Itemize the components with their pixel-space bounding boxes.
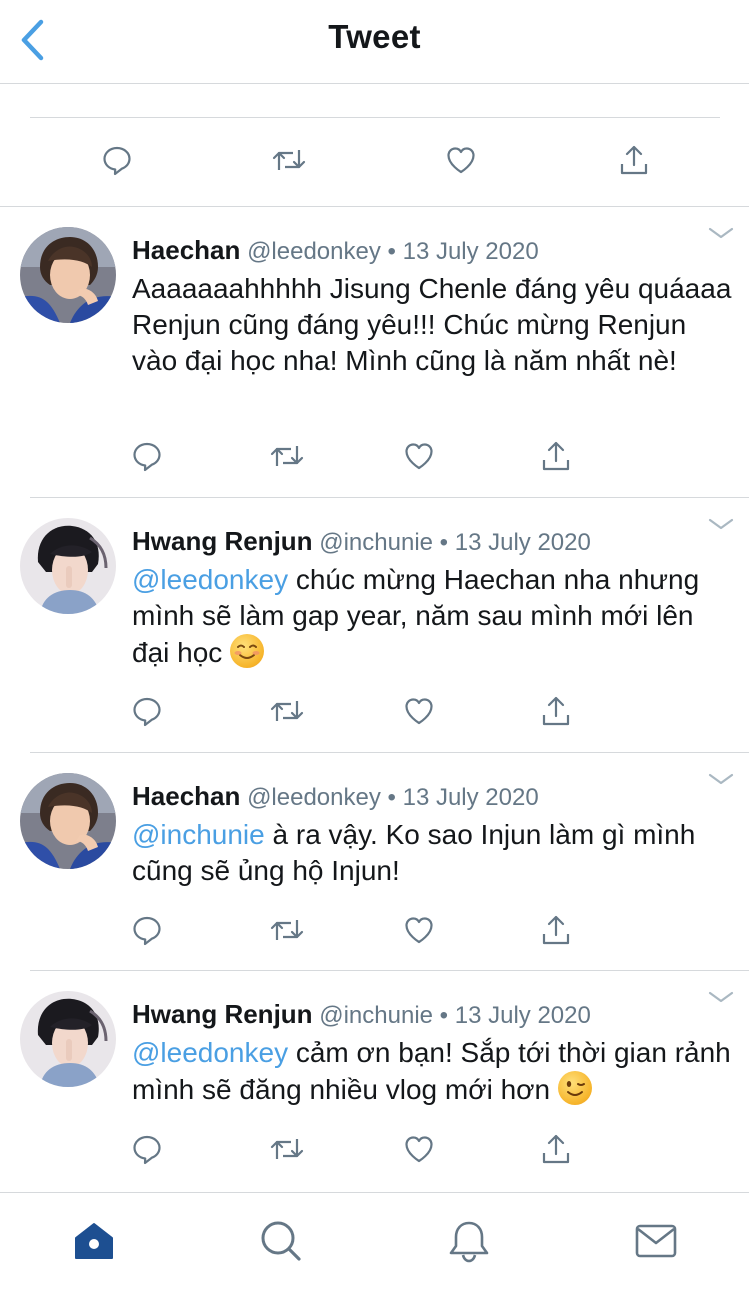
heart-icon — [445, 144, 477, 176]
tweet-date: 13 July 2020 — [402, 784, 539, 811]
retweet-button[interactable] — [269, 140, 309, 180]
reply-icon — [101, 144, 133, 176]
separator-dot: • — [387, 238, 396, 265]
heart-icon — [403, 695, 435, 727]
reply-tweet[interactable]: Haechan @leedonkey • 13 July 2020 Aaaaaa… — [0, 207, 749, 497]
retweet-button[interactable] — [269, 912, 305, 948]
reply-icon — [131, 914, 163, 946]
mention-link[interactable]: @leedonkey — [132, 1037, 288, 1068]
tweet-body: Aaaaaaahhhhh Jisung Chenle đáng yêu quáa… — [132, 273, 732, 376]
retweet-icon — [269, 914, 305, 946]
reply-button[interactable] — [129, 1131, 165, 1167]
mention-link[interactable]: @leedonkey — [132, 564, 288, 595]
mention-link[interactable]: @inchunie — [132, 819, 265, 850]
heart-icon — [403, 914, 435, 946]
more-options-icon[interactable] — [707, 987, 735, 1007]
reply-button[interactable] — [97, 140, 137, 180]
avatar[interactable] — [20, 227, 116, 323]
reply-icon — [131, 1133, 163, 1165]
tab-messages[interactable] — [634, 1219, 678, 1263]
like-button[interactable] — [401, 693, 437, 729]
like-button[interactable] — [441, 140, 481, 180]
tab-search[interactable] — [259, 1219, 303, 1263]
tweet-date: 13 July 2020 — [454, 1002, 591, 1029]
retweet-icon — [269, 1133, 305, 1165]
share-button[interactable] — [538, 438, 574, 474]
retweet-icon — [271, 144, 307, 176]
like-button[interactable] — [401, 912, 437, 948]
tweet-text: Aaaaaaahhhhh Jisung Chenle đáng yêu quáa… — [132, 271, 732, 379]
retweet-icon — [269, 695, 305, 727]
share-button[interactable] — [538, 693, 574, 729]
retweet-button[interactable] — [269, 438, 305, 474]
tweet-date: 13 July 2020 — [402, 238, 539, 265]
author-name[interactable]: Hwang Renjun — [132, 999, 313, 1029]
heart-icon — [403, 440, 435, 472]
tab-home[interactable] — [72, 1219, 116, 1263]
main-tweet-actions — [0, 118, 749, 207]
tweet-text: @leedonkey chúc mừng Haechan nha nhưng m… — [132, 562, 732, 671]
separator-dot: • — [439, 529, 449, 556]
avatar[interactable] — [20, 991, 116, 1087]
reply-button[interactable] — [129, 693, 165, 729]
share-icon — [540, 440, 572, 472]
author-handle[interactable]: @leedonkey — [247, 784, 381, 811]
tweet-text: @leedonkey cảm ơn bạn! Sắp tới thời gian… — [132, 1035, 732, 1108]
author-handle[interactable]: @inchunie — [319, 1002, 433, 1029]
share-button[interactable] — [538, 1131, 574, 1167]
avatar-image — [20, 991, 116, 1087]
author-name[interactable]: Haechan — [132, 781, 240, 811]
winking-face-emoji — [557, 1071, 592, 1105]
avatar-image — [20, 773, 116, 869]
reply-icon — [131, 695, 163, 727]
retweet-button[interactable] — [269, 1131, 305, 1167]
share-icon — [540, 914, 572, 946]
author-handle[interactable]: @leedonkey — [247, 238, 381, 265]
search-icon — [261, 1221, 301, 1261]
separator-dot: • — [387, 784, 396, 811]
author-name[interactable]: Haechan — [132, 235, 240, 265]
more-options-icon[interactable] — [707, 769, 735, 789]
reply-tweet[interactable]: Hwang Renjun @inchunie • 13 July 2020 @l… — [0, 498, 749, 752]
retweet-button[interactable] — [269, 693, 305, 729]
more-options-icon[interactable] — [707, 514, 735, 534]
reply-button[interactable] — [129, 912, 165, 948]
separator-dot: • — [439, 1002, 449, 1029]
reply-tweet[interactable]: Hwang Renjun @inchunie • 13 July 2020 @l… — [0, 971, 749, 1191]
author-name[interactable]: Hwang Renjun — [132, 526, 313, 556]
reply-tweet[interactable]: Haechan @leedonkey • 13 July 2020 @inchu… — [0, 753, 749, 970]
like-button[interactable] — [401, 1131, 437, 1167]
bottom-tab-bar — [0, 1192, 749, 1290]
header-bar: Tweet — [0, 0, 749, 84]
share-button[interactable] — [614, 140, 654, 180]
notifications-icon — [449, 1221, 489, 1263]
tweet-meta: Haechan @leedonkey • 13 July 2020 — [132, 781, 539, 812]
tweet-meta: Haechan @leedonkey • 13 July 2020 — [132, 235, 539, 266]
smiling-face-emoji — [230, 634, 265, 668]
heart-icon — [403, 1133, 435, 1165]
tweet-meta: Hwang Renjun @inchunie • 13 July 2020 — [132, 999, 591, 1030]
share-icon — [540, 1133, 572, 1165]
avatar[interactable] — [20, 773, 116, 869]
tab-notifications[interactable] — [447, 1219, 491, 1263]
tweet-text: @inchunie à ra vậy. Ko sao Injun làm gì … — [132, 817, 732, 889]
share-icon — [540, 695, 572, 727]
home-icon — [75, 1223, 113, 1259]
avatar-image — [20, 227, 116, 323]
share-icon — [618, 144, 650, 176]
retweet-icon — [269, 440, 305, 472]
reply-icon — [131, 440, 163, 472]
share-button[interactable] — [538, 912, 574, 948]
author-handle[interactable]: @inchunie — [319, 529, 433, 556]
page-title: Tweet — [328, 18, 421, 55]
messages-icon — [635, 1224, 677, 1258]
avatar-image — [20, 518, 116, 614]
tweet-date: 13 July 2020 — [454, 529, 591, 556]
tweet-meta: Hwang Renjun @inchunie • 13 July 2020 — [132, 526, 591, 557]
avatar[interactable] — [20, 518, 116, 614]
more-options-icon[interactable] — [707, 223, 735, 243]
reply-button[interactable] — [129, 438, 165, 474]
like-button[interactable] — [401, 438, 437, 474]
